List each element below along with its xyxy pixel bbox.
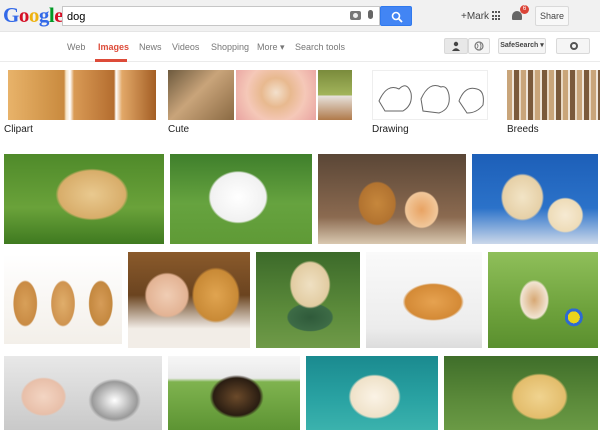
image-result[interactable] (488, 252, 598, 348)
related-search-cute[interactable]: Cute (168, 70, 352, 136)
tab-images[interactable]: Images (98, 42, 129, 52)
related-search-drawing[interactable]: Drawing (372, 70, 488, 136)
search-button[interactable] (380, 6, 412, 26)
related-search-clipart[interactable]: Clipart (4, 70, 156, 136)
share-button[interactable]: Share (535, 6, 569, 26)
search-tabs: Web Images News Videos Shopping More ▾ S… (0, 32, 600, 62)
cute-image-1 (168, 70, 234, 120)
image-result[interactable] (444, 356, 598, 430)
tab-shopping[interactable]: Shopping (211, 42, 249, 52)
safesearch-dropdown[interactable]: SafeSearch ▾ (498, 38, 546, 54)
breeds-image (507, 70, 600, 120)
public-results-button[interactable] (468, 38, 490, 54)
related-thumbnails (372, 70, 488, 120)
search-input[interactable] (67, 9, 347, 24)
tab-news[interactable]: News (139, 42, 162, 52)
drawing-image (372, 70, 488, 120)
person-icon (452, 41, 460, 51)
dog-sketch (378, 85, 484, 114)
search-box[interactable] (62, 6, 380, 26)
related-label-breeds: Breeds (507, 124, 539, 135)
image-result[interactable] (170, 154, 312, 244)
image-result[interactable] (306, 356, 438, 430)
private-results-button[interactable] (444, 38, 468, 54)
cute-image-3 (318, 70, 352, 120)
image-result[interactable] (128, 252, 250, 348)
tab-web[interactable]: Web (67, 42, 85, 52)
image-result[interactable] (4, 154, 164, 244)
tab-search-tools[interactable]: Search tools (295, 42, 345, 52)
tab-videos[interactable]: Videos (172, 42, 199, 52)
related-label-drawing: Drawing (372, 124, 409, 135)
camera-icon[interactable] (350, 11, 361, 20)
related-label-cute: Cute (168, 124, 190, 135)
image-result[interactable] (256, 252, 360, 348)
profile-link[interactable]: +Mark (461, 11, 489, 22)
search-icon (391, 11, 403, 23)
notification-badge: 6 (520, 5, 529, 14)
related-search-breeds[interactable]: Breeds (507, 70, 600, 136)
apps-grid-icon[interactable] (492, 11, 502, 21)
related-label-clipart: Clipart (4, 124, 33, 135)
microphone-icon[interactable] (368, 10, 373, 19)
image-result[interactable] (4, 254, 122, 344)
clipart-image (4, 70, 156, 120)
image-result[interactable] (168, 356, 300, 430)
gear-icon (570, 42, 578, 50)
active-tab-underline (95, 59, 127, 62)
related-thumbnails (168, 70, 352, 120)
image-result[interactable] (318, 154, 466, 244)
settings-button[interactable] (556, 38, 590, 54)
google-logo[interactable]: Google (3, 3, 64, 27)
cute-image-2 (236, 70, 316, 120)
image-result[interactable] (4, 356, 162, 430)
image-result[interactable] (366, 252, 482, 348)
globe-icon (474, 41, 484, 51)
related-thumbnails (507, 70, 600, 120)
top-bar: Google +Mark 6 Share (0, 0, 600, 32)
tab-more[interactable]: More ▾ (257, 42, 285, 53)
image-result[interactable] (472, 154, 598, 244)
related-thumbnails (4, 70, 156, 120)
